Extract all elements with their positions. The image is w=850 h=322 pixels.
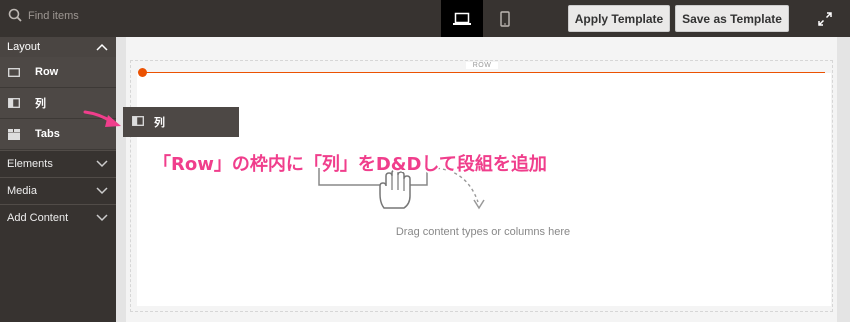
sidebar-item-row[interactable]: Row: [0, 57, 116, 88]
top-toolbar: Apply Template Save as Template: [0, 0, 850, 37]
sidebar-item-label: Row: [35, 66, 59, 78]
layout-section-label: Layout: [7, 41, 41, 53]
mobile-view-button[interactable]: [488, 0, 522, 37]
column-icon: [132, 116, 144, 128]
row-indicator-dot: [138, 68, 147, 77]
save-as-template-button[interactable]: Save as Template: [675, 5, 789, 32]
stage-scrollbar-track[interactable]: [837, 37, 850, 322]
section-label: Media: [7, 185, 37, 197]
content-types-panel: Layout Row 列 Tabs Elements Media Add Con…: [0, 37, 116, 322]
elements-section-header[interactable]: Elements: [0, 150, 116, 177]
desktop-view-button[interactable]: [441, 0, 483, 37]
search-input[interactable]: [28, 8, 178, 24]
annotation-text: 「Row」の枠内に「列」をD&Dして段組を追加: [153, 154, 547, 175]
layout-section-header[interactable]: Layout: [0, 37, 116, 57]
layout-items: Row 列 Tabs: [0, 57, 116, 150]
chevron-down-icon: [96, 160, 108, 168]
chevron-up-icon: [96, 43, 108, 51]
section-label: Add Content: [7, 212, 69, 224]
tabs-icon: [7, 128, 21, 140]
chevron-down-icon: [96, 214, 108, 222]
section-label: Elements: [7, 158, 53, 170]
media-section-header[interactable]: Media: [0, 177, 116, 204]
sidebar-item-label: 列: [35, 98, 46, 110]
drop-hint: Drag content types or columns here: [395, 226, 571, 238]
row-indicator-line: [143, 72, 825, 73]
apply-template-button[interactable]: Apply Template: [568, 5, 670, 32]
fullscreen-icon[interactable]: [816, 10, 834, 28]
chevron-down-icon: [96, 187, 108, 195]
row-icon: [7, 66, 21, 78]
column-icon: [7, 97, 21, 109]
mobile-icon: [500, 10, 510, 27]
search-icon: [8, 8, 22, 22]
sidebar-item-label: Tabs: [35, 128, 60, 140]
row-label: ROW: [466, 62, 498, 69]
dragging-item-label: 列: [154, 117, 165, 129]
add-content-section-header[interactable]: Add Content: [0, 204, 116, 231]
stage-gutter: [116, 37, 126, 322]
dragging-column-item[interactable]: 列: [123, 107, 239, 137]
desktop-icon: [453, 12, 471, 25]
annotation-arrow-icon: [83, 110, 121, 127]
